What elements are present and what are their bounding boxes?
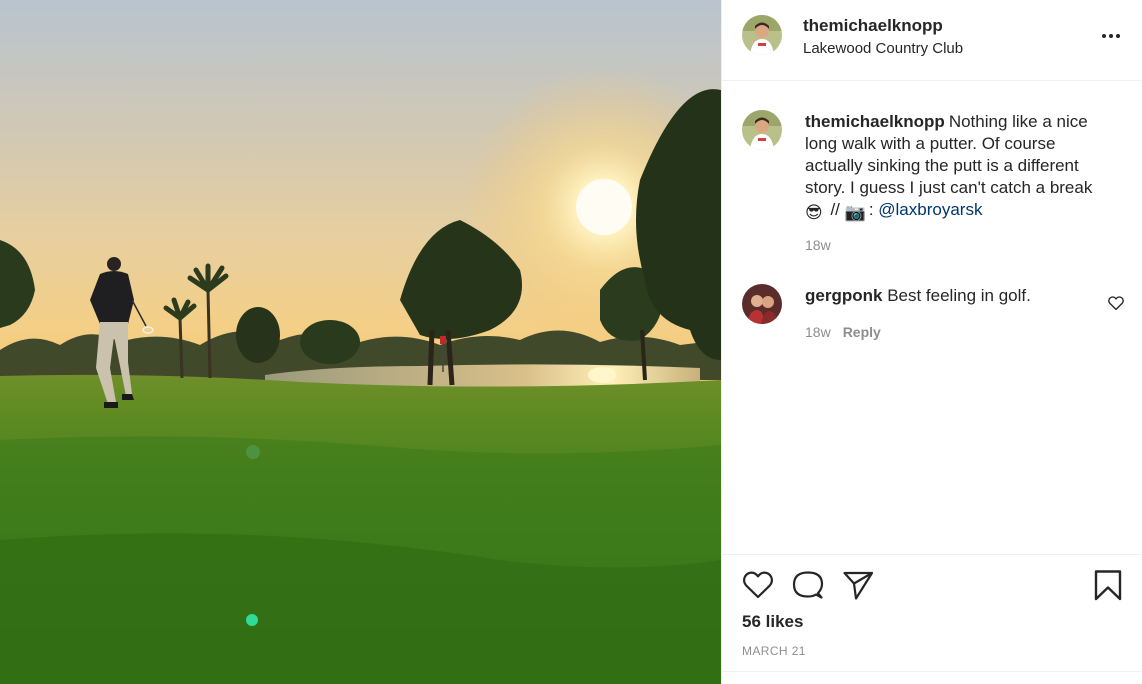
like-heart-icon[interactable] xyxy=(741,568,775,602)
commenter-avatar[interactable] xyxy=(742,284,782,324)
more-options-icon[interactable] xyxy=(1099,26,1123,46)
sunglasses-emoji-icon: 😎 xyxy=(805,203,823,222)
caption-separator: // xyxy=(825,200,845,219)
post-location[interactable]: Lakewood Country Club xyxy=(803,40,963,57)
caption-colon: : xyxy=(868,200,879,219)
comment-text: gergponk Best feeling in golf. xyxy=(805,286,1031,306)
author-avatar[interactable] xyxy=(742,15,782,55)
caption-author-avatar[interactable] xyxy=(742,110,782,150)
photographer-mention-link[interactable]: @laxbroyarsk xyxy=(878,200,982,219)
post-detail-panel: themichaelknopp Lakewood Country Club th… xyxy=(721,0,1141,684)
commenter-username[interactable]: gergponk xyxy=(805,286,882,305)
comment-timestamp[interactable]: 18w xyxy=(805,324,831,340)
author-username[interactable]: themichaelknopp xyxy=(803,16,943,36)
comment-body: Best feeling in golf. xyxy=(887,286,1031,305)
save-bookmark-icon[interactable] xyxy=(1091,568,1125,602)
comment-like-heart-icon[interactable] xyxy=(1107,294,1125,312)
comment-meta: 18w Reply xyxy=(805,324,881,340)
caption-timestamp[interactable]: 18w xyxy=(805,237,831,253)
post-footer: 56 likes MARCH 21 xyxy=(722,554,1141,684)
divider xyxy=(722,671,1141,672)
camera-emoji-icon: 📷 xyxy=(844,203,866,222)
golf-course-sunset-image xyxy=(0,0,721,684)
post-photo[interactable] xyxy=(0,0,721,684)
comment-item: gergponk Best feeling in golf. 18w Reply xyxy=(742,284,1125,344)
reply-button[interactable]: Reply xyxy=(843,324,881,340)
caption-text: themichaelknopp Nothing like a nice long … xyxy=(805,111,1110,224)
post-header: themichaelknopp Lakewood Country Club xyxy=(722,0,1141,81)
likes-count[interactable]: 56 likes xyxy=(742,612,803,632)
comment-bubble-icon[interactable] xyxy=(791,568,825,602)
post-date[interactable]: MARCH 21 xyxy=(742,644,806,658)
share-paper-plane-icon[interactable] xyxy=(841,568,875,602)
caption-username[interactable]: themichaelknopp xyxy=(805,112,945,131)
